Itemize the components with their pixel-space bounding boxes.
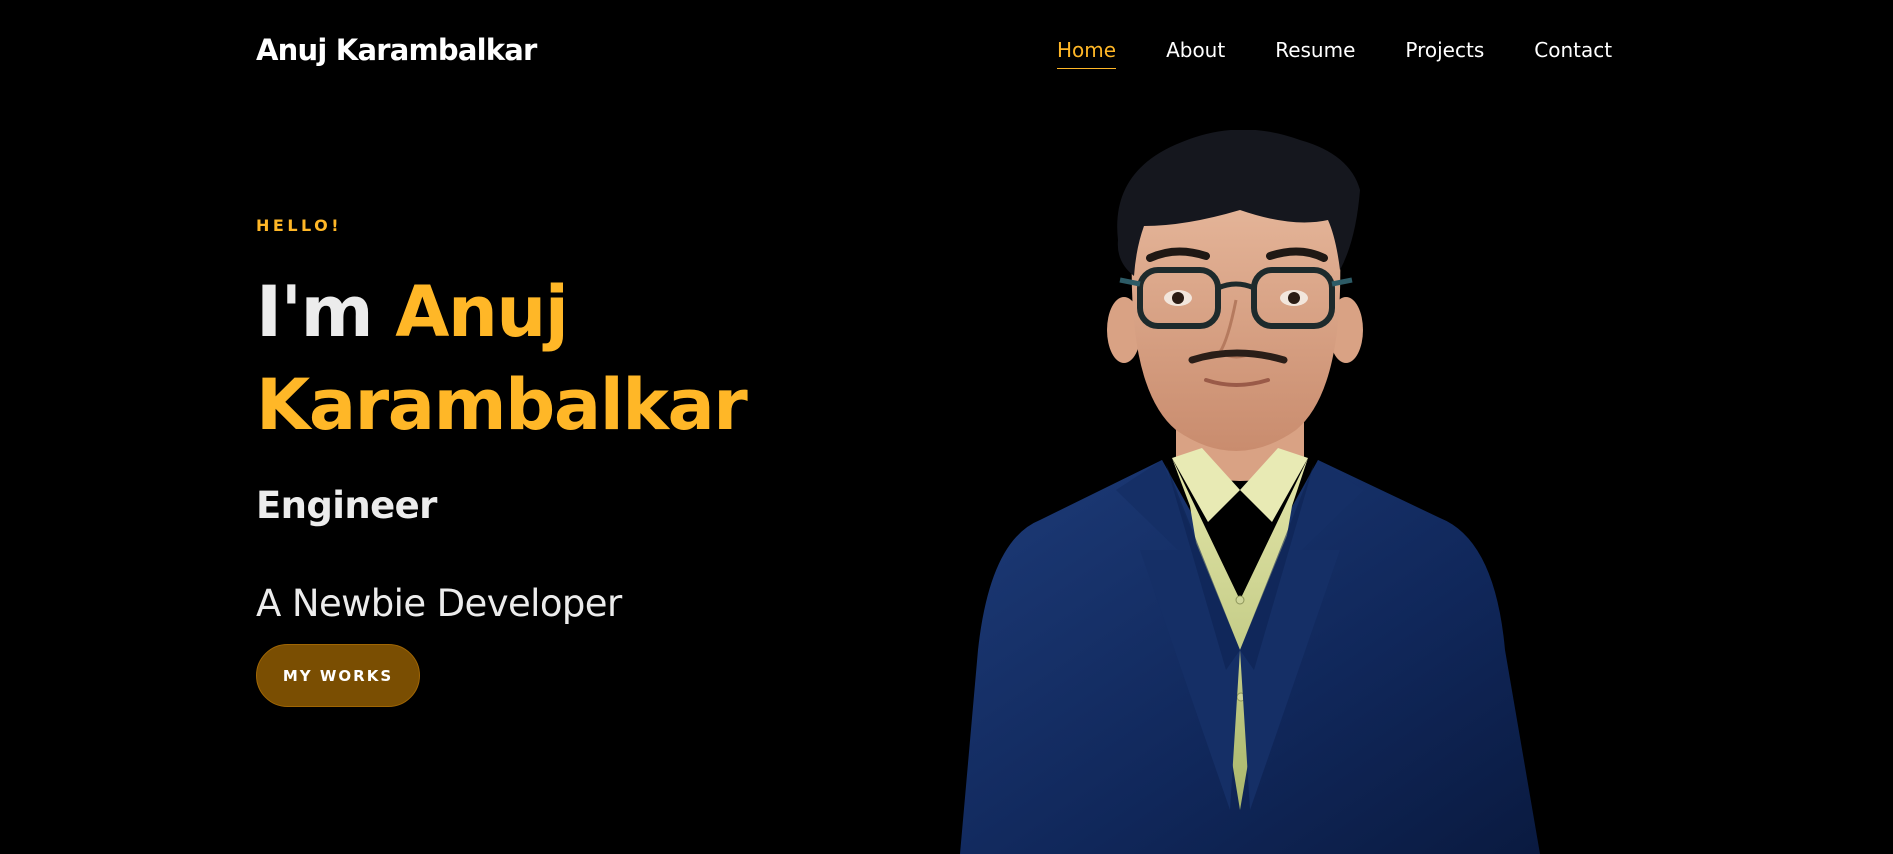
site-header: Anuj Karambalkar Home About Resume Proje… [0, 0, 1893, 100]
nav-item-resume[interactable]: Resume [1275, 35, 1355, 65]
portfolio-page: Anuj Karambalkar Home About Resume Proje… [0, 0, 1893, 854]
hero-role: Engineer [256, 484, 437, 527]
site-brand-link[interactable]: Anuj Karambalkar [256, 30, 537, 70]
my-works-button[interactable]: MY WORKS [256, 644, 420, 707]
nav-item-projects[interactable]: Projects [1405, 35, 1484, 65]
hero-tagline: A Newbie Developer [256, 582, 622, 625]
nav-item-about[interactable]: About [1166, 35, 1225, 65]
hero-title: I'm Anuj Karambalkar [256, 266, 748, 452]
profile-photo [940, 130, 1560, 854]
nav-item-contact[interactable]: Contact [1534, 35, 1612, 65]
nav-item-home[interactable]: Home [1057, 35, 1117, 69]
hero-title-prefix: I'm [256, 271, 374, 353]
hero-greeting: HELLO! [256, 216, 343, 235]
hero-title-last-name: Karambalkar [256, 364, 748, 446]
main-nav: Home About Resume Projects Contact [1057, 33, 1612, 69]
hero-title-first-name: Anuj [395, 271, 569, 353]
